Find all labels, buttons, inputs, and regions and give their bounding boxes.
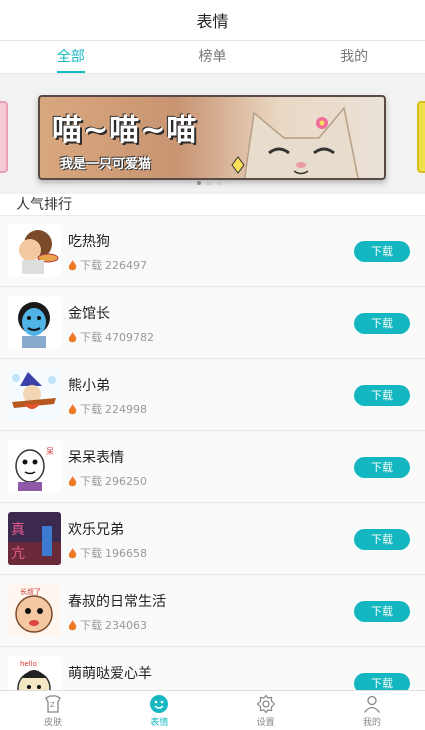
nav-label: 表情: [150, 717, 169, 728]
pack-name: 萌萌哒爱心羊: [68, 666, 152, 682]
download-prefix: 下载: [80, 403, 102, 416]
svg-text:hello: hello: [20, 660, 37, 668]
download-button[interactable]: 下载: [354, 601, 410, 622]
banner-next-peek[interactable]: [417, 101, 425, 173]
nav-profile[interactable]: 我的: [319, 691, 425, 730]
pack-thumbnail: 长叔了: [8, 584, 61, 637]
cat-illustration-icon: [231, 106, 359, 178]
skin-icon: Z: [45, 694, 61, 713]
carousel-indicator: [197, 181, 229, 185]
category-tabs: 全部 榜单 我的: [0, 41, 425, 74]
download-count: 下载 226497: [68, 257, 147, 273]
flame-icon: [68, 259, 77, 270]
svg-text:长叔了: 长叔了: [20, 587, 41, 596]
indicator-dot: [197, 181, 201, 185]
person-icon: [363, 695, 380, 713]
svg-text:呆: 呆: [46, 447, 54, 456]
list-item[interactable]: 金馆长 下载 4709782 下载: [0, 288, 425, 359]
download-count: 下载 224998: [68, 401, 147, 417]
nav-settings[interactable]: 设置: [213, 691, 319, 730]
indicator-dot: [217, 181, 221, 185]
list-item[interactable]: 真亢 欢乐兄弟 下载 196658 下载: [0, 504, 425, 575]
tab-mine[interactable]: 我的: [283, 41, 425, 73]
download-button[interactable]: 下载: [354, 673, 410, 690]
download-number: 196658: [105, 546, 147, 560]
nav-emoji[interactable]: 表情: [106, 691, 212, 730]
nav-skin[interactable]: Z 皮肤: [0, 691, 106, 730]
download-button[interactable]: 下载: [354, 241, 410, 262]
nav-label: 我的: [362, 717, 381, 728]
page-title: 表情: [196, 12, 229, 31]
list-item[interactable]: hello 萌萌哒爱心羊 下载 173963 下载: [0, 648, 425, 690]
download-count: 下载 4709782: [68, 329, 154, 345]
pack-thumbnail: [8, 224, 61, 277]
download-number: 234063: [105, 618, 147, 632]
flame-icon: [68, 403, 77, 414]
download-button[interactable]: 下载: [354, 385, 410, 406]
pack-thumbnail: 呆: [8, 440, 61, 493]
pack-name: 金馆长: [68, 306, 110, 322]
pack-name: 春叔的日常生活: [68, 594, 166, 610]
download-prefix: 下载: [80, 619, 102, 632]
banner-subline: 我是一只可爱猫: [60, 157, 152, 172]
download-number: 226497: [105, 258, 147, 272]
download-number: 296250: [105, 474, 147, 488]
flame-icon: [68, 475, 77, 486]
download-number: 4709782: [105, 330, 154, 344]
sticker-pack-list[interactable]: 吃热狗 下载 226497 下载 金馆长 下载 4709782 下载 熊小弟 下…: [0, 216, 425, 690]
svg-text:亢: 亢: [11, 545, 25, 562]
download-prefix: 下载: [80, 259, 102, 272]
pack-name: 熊小弟: [68, 378, 110, 394]
pack-name: 欢乐兄弟: [68, 522, 124, 538]
banner-headline: 喵~喵~喵: [52, 113, 198, 148]
flame-icon: [68, 619, 77, 630]
pack-thumbnail: 真亢: [8, 512, 61, 565]
list-item[interactable]: 吃热狗 下载 226497 下载: [0, 216, 425, 287]
nav-label: 设置: [256, 717, 275, 728]
indicator-dot: [207, 181, 211, 185]
download-prefix: 下载: [80, 475, 102, 488]
download-button[interactable]: 下载: [354, 457, 410, 478]
download-count: 下载 296250: [68, 473, 147, 489]
download-count: 下载 234063: [68, 617, 147, 633]
banner-carousel[interactable]: 喵~喵~喵 我是一只可爱猫: [0, 75, 425, 193]
download-button[interactable]: 下载: [354, 529, 410, 550]
section-title-popular: 人气排行: [0, 194, 425, 216]
tab-all[interactable]: 全部: [0, 41, 142, 73]
pack-name: 呆呆表情: [68, 450, 124, 466]
tab-ranking[interactable]: 榜单: [142, 41, 284, 73]
bottom-navigation: Z 皮肤 表情 设置 我的: [0, 690, 425, 730]
emoji-icon: [150, 694, 169, 713]
nav-label: 皮肤: [44, 717, 63, 728]
download-button[interactable]: 下载: [354, 313, 410, 334]
list-item[interactable]: 长叔了 春叔的日常生活 下载 234063 下载: [0, 576, 425, 647]
list-item[interactable]: 呆 呆呆表情 下载 296250 下载: [0, 432, 425, 503]
pack-thumbnail: hello: [8, 656, 61, 690]
pack-name: 吃热狗: [68, 234, 110, 250]
flame-icon: [68, 331, 77, 342]
download-prefix: 下载: [80, 547, 102, 560]
download-count: 下载 196658: [68, 545, 147, 561]
top-bar: 表情: [0, 0, 425, 41]
pack-thumbnail: [8, 296, 61, 349]
list-item[interactable]: 熊小弟 下载 224998 下载: [0, 360, 425, 431]
download-number: 224998: [105, 402, 147, 416]
banner-card[interactable]: 喵~喵~喵 我是一只可爱猫: [38, 95, 386, 180]
download-prefix: 下载: [80, 331, 102, 344]
svg-text:真: 真: [11, 522, 25, 538]
pack-thumbnail: [8, 368, 61, 421]
gear-icon: [256, 694, 275, 713]
flame-icon: [68, 547, 77, 558]
banner-prev-peek[interactable]: [0, 101, 8, 173]
svg-text:Z: Z: [50, 701, 55, 709]
